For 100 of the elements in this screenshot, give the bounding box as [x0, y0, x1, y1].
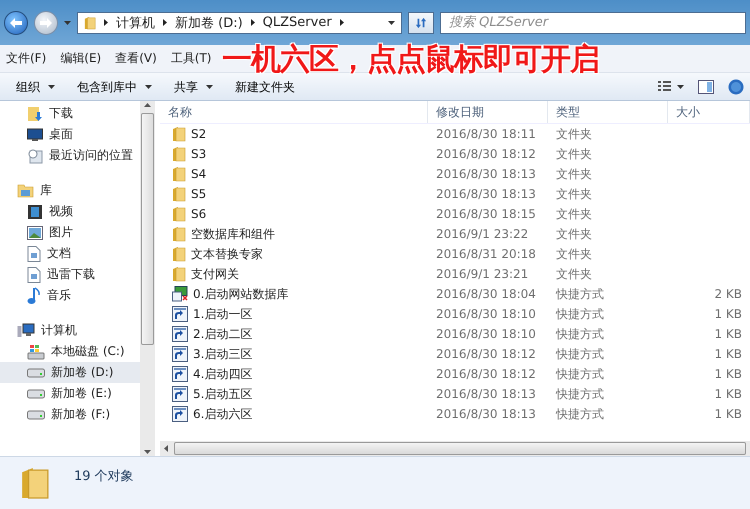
file-name[interactable]: S5 [191, 187, 206, 201]
vertical-scrollbar[interactable] [140, 101, 155, 456]
file-name[interactable]: 支付网关 [191, 266, 239, 282]
system-drive-icon [27, 344, 45, 360]
modified-date: 2016/8/30 18:13 [435, 387, 537, 401]
file-size: 1 KB [713, 327, 743, 341]
folder-icon [172, 266, 186, 282]
file-name[interactable]: S4 [191, 167, 206, 181]
folder-icon [172, 186, 186, 202]
sidebar-item[interactable]: 新加卷 (E:) [0, 383, 140, 404]
file-name[interactable]: 文本替换专家 [191, 246, 263, 262]
monitor-icon [27, 128, 43, 142]
file-name[interactable]: 3.启动三区 [193, 346, 252, 362]
menu-item[interactable]: 文件(F) [6, 50, 46, 67]
folder-icon [20, 465, 50, 501]
file-name[interactable]: 6.启动六区 [193, 406, 252, 422]
horizontal-scrollbar[interactable] [160, 441, 750, 456]
modified-date: 2016/8/30 18:12 [435, 367, 537, 381]
view-options-icon[interactable] [658, 80, 684, 94]
back-button[interactable] [4, 10, 28, 34]
drive-icon [27, 368, 45, 378]
chevron-icon [250, 19, 255, 26]
file-name[interactable]: 0.启动网站数据库 [193, 286, 288, 302]
sidebar-item[interactable]: 新加卷 (F:) [0, 404, 140, 425]
shortcut-icon [172, 326, 188, 342]
breadcrumb[interactable]: 新加卷 (D:) [175, 14, 243, 32]
column-header[interactable]: 修改日期 [428, 101, 548, 123]
sidebar-item[interactable]: 本地磁盘 (C:) [0, 341, 140, 362]
modified-date: 2016/8/30 18:12 [435, 347, 537, 361]
scroll-left-icon[interactable] [164, 445, 168, 452]
column-header[interactable]: 名称 [160, 101, 428, 123]
column-header[interactable]: 类型 [548, 101, 668, 123]
file-type: 文件夹 [555, 226, 593, 242]
help-icon[interactable] [728, 78, 744, 94]
file-name[interactable]: 2.启动二区 [193, 326, 252, 342]
file-type: 文件夹 [555, 206, 593, 222]
breadcrumb[interactable]: QLZServer [262, 15, 332, 30]
file-type: 文件夹 [555, 246, 593, 262]
file-type: 文件夹 [555, 186, 593, 202]
drive-icon [27, 410, 45, 420]
shortcut-icon [172, 366, 188, 382]
toolbar-button[interactable]: 新建文件夹 [225, 78, 305, 96]
file-type: 快捷方式 [554, 386, 605, 402]
file-name[interactable]: 4.启动四区 [193, 366, 252, 382]
file-name[interactable]: 空数据库和组件 [191, 226, 275, 242]
folder-icon [172, 206, 186, 222]
menu-item[interactable]: 查看(V) [115, 50, 157, 67]
preview-pane-icon[interactable] [698, 80, 714, 94]
modified-date: 2016/8/30 18:10 [435, 307, 537, 321]
scroll-down-icon[interactable] [144, 450, 151, 454]
menu-item[interactable]: 编辑(E) [60, 50, 102, 67]
file-name[interactable]: S6 [191, 207, 206, 221]
search-field[interactable]: 搜索 QLZServer [440, 12, 746, 34]
file-name[interactable]: S3 [191, 147, 206, 161]
chevron-icon [340, 19, 344, 26]
computer-icon [17, 323, 35, 338]
modified-date: 2016/8/30 18:04 [435, 287, 537, 301]
program-shortcut-icon [172, 286, 188, 302]
modified-date: 2016/8/30 18:11 [435, 127, 537, 141]
recent-places-icon [27, 148, 43, 164]
sidebar-item[interactable]: 视频 [0, 201, 140, 222]
chevron-icon [163, 19, 167, 26]
breadcrumb[interactable]: 计算机 [116, 14, 155, 32]
toolbar-button[interactable]: 组织 [6, 78, 65, 96]
file-name[interactable]: 1.启动一区 [193, 306, 252, 322]
chevron-icon [104, 19, 108, 26]
modified-date: 2016/9/1 23:22 [435, 227, 530, 241]
back-arrow-icon [10, 18, 22, 28]
file-type: 快捷方式 [554, 326, 605, 342]
sidebar-header[interactable]: 计算机 [0, 320, 140, 341]
file-type: 文件夹 [555, 266, 593, 282]
modified-date: 2016/9/1 23:21 [435, 267, 530, 281]
sidebar-item[interactable]: 迅雷下载 [0, 264, 140, 285]
file-type: 文件夹 [555, 146, 593, 162]
sidebar-item[interactable]: 最近访问的位置 [0, 145, 140, 166]
folder-icon [84, 16, 96, 30]
forward-button[interactable] [34, 10, 58, 34]
sidebar-item[interactable]: 下载 [0, 103, 140, 124]
download-folder-icon [27, 106, 43, 122]
scroll-up-icon[interactable] [144, 103, 151, 107]
modified-date: 2016/8/30 18:12 [435, 147, 537, 161]
toolbar-button[interactable]: 共享 [164, 78, 223, 96]
refresh-button[interactable] [408, 12, 434, 34]
menu-item[interactable]: 工具(T) [170, 50, 212, 67]
toolbar-button[interactable]: 包含到库中 [67, 78, 162, 96]
sidebar-item[interactable]: 图片 [0, 222, 140, 243]
history-caret-icon [64, 20, 71, 24]
file-name[interactable]: S2 [191, 127, 206, 141]
sidebar-header[interactable]: 库 [0, 180, 140, 201]
modified-date: 2016/8/30 18:13 [435, 407, 537, 421]
sidebar-item[interactable]: 文档 [0, 243, 140, 264]
file-name[interactable]: 5.启动五区 [193, 386, 252, 402]
sidebar-item[interactable]: 音乐 [0, 285, 140, 306]
sidebar-item[interactable]: 桌面 [0, 124, 140, 145]
column-header[interactable]: 大小 [668, 101, 750, 123]
sidebar-item[interactable]: 新加卷 (D:) [0, 362, 140, 383]
shortcut-icon [172, 346, 188, 362]
address-bar[interactable]: 计算机 新加卷 (D:) QLZServer [77, 12, 402, 34]
file-type: 快捷方式 [554, 366, 605, 382]
file-size: 1 KB [713, 407, 743, 421]
